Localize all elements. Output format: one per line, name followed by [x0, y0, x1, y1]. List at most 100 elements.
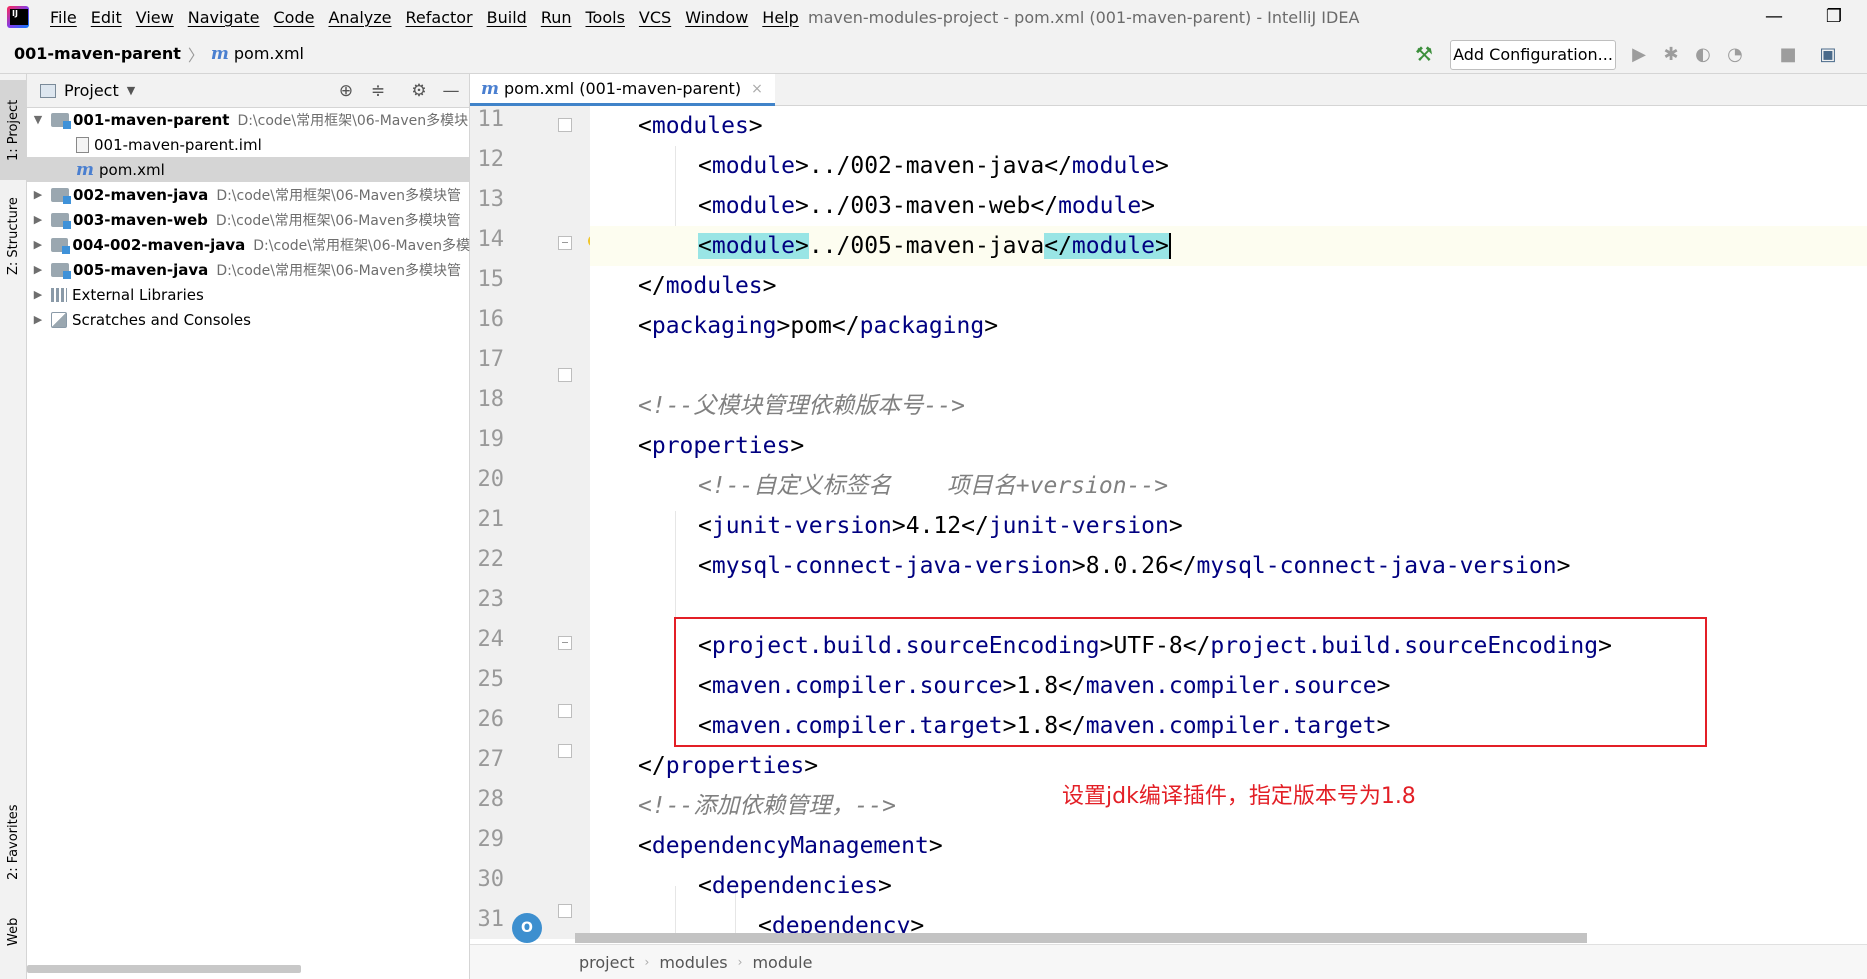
- nav-crumb-file[interactable]: pom.xml: [234, 44, 304, 63]
- code-line-15: </modules>: [638, 273, 777, 299]
- tool-tab-structure[interactable]: Z: Structure: [0, 186, 27, 286]
- project-structure-icon[interactable]: ▣: [1817, 44, 1839, 66]
- menu-refactor[interactable]: Refactor: [399, 8, 480, 27]
- nav-crumb-project[interactable]: 001-maven-parent: [14, 44, 181, 63]
- xml-text: ../005-maven-java: [808, 233, 1045, 259]
- locate-file-icon[interactable]: ⊕: [335, 80, 357, 102]
- maven-override-icon[interactable]: O: [512, 913, 542, 943]
- profile-icon[interactable]: ◔: [1724, 44, 1746, 66]
- menu-vcs[interactable]: VCS: [632, 8, 678, 27]
- fold-marker-icon[interactable]: [558, 904, 572, 918]
- xml-text: pom: [790, 313, 832, 339]
- tree-item-module[interactable]: ▶ 005-maven-java D:\code\常用框架\06-Maven多模…: [27, 257, 470, 282]
- fold-marker-icon[interactable]: [558, 368, 572, 382]
- tree-item-libraries[interactable]: ▶ External Libraries: [27, 282, 470, 307]
- xml-tag: dependencies: [711, 873, 879, 899]
- editor-tab-label: pom.xml (001-maven-parent): [504, 79, 742, 98]
- menu-help[interactable]: Help: [755, 8, 805, 27]
- line-number: 27: [477, 747, 505, 772]
- coverage-icon[interactable]: ◐: [1692, 44, 1714, 66]
- tool-tab-favorites[interactable]: 2: Favorites: [0, 792, 27, 892]
- xml-text: 8.0.26: [1085, 553, 1169, 579]
- breadcrumb-project[interactable]: project: [579, 953, 635, 972]
- fold-marker-icon[interactable]: [558, 636, 572, 650]
- module-folder-icon: [51, 212, 71, 229]
- tool-tab-project[interactable]: 1: Project: [0, 80, 27, 180]
- tree-item-path: D:\code\常用框架\06-Maven多模块管: [215, 212, 461, 229]
- tree-item-module[interactable]: ▶ 002-maven-java D:\code\常用框架\06-Maven多模…: [27, 182, 470, 207]
- tree-item-label: pom.xml: [99, 160, 165, 179]
- tree-item-label: 003-maven-web: [73, 210, 208, 229]
- intellij-logo-icon: [7, 6, 29, 28]
- xml-tag: junit-version: [988, 513, 1169, 539]
- tool-tab-web[interactable]: Web: [0, 902, 27, 962]
- expand-arrow-icon[interactable]: ▶: [31, 238, 45, 251]
- tree-item-path: D:\code\常用框架\06-Maven多模块管: [216, 262, 462, 279]
- expand-arrow-icon[interactable]: ▶: [31, 313, 45, 326]
- window-title: maven-modules-project - pom.xml (001-mav…: [808, 8, 1360, 27]
- menu-code[interactable]: Code: [267, 8, 322, 27]
- menu-build[interactable]: Build: [480, 8, 534, 27]
- tree-item-module[interactable]: ▶ 003-maven-web D:\code\常用框架\06-Maven多模块…: [27, 207, 470, 232]
- menu-tools[interactable]: Tools: [579, 8, 632, 27]
- minimize-button[interactable]: —: [1751, 4, 1797, 30]
- breadcrumb-separator-icon: ›: [737, 955, 743, 969]
- gear-icon[interactable]: ⚙: [408, 80, 430, 102]
- run-icon[interactable]: ▶: [1628, 44, 1650, 66]
- expand-arrow-icon[interactable]: ▶: [31, 213, 45, 226]
- tool-tab-web-label: Web: [6, 917, 21, 947]
- menu-file[interactable]: File: [43, 8, 84, 27]
- tree-item-label: External Libraries: [72, 285, 204, 304]
- editor-gutter[interactable]: 11 12 13 14 15 16 17 18 19 20 21 22 23 2…: [470, 106, 600, 943]
- hide-panel-icon[interactable]: —: [440, 80, 462, 102]
- code-line-29: <dependencyManagement>: [638, 833, 943, 859]
- breadcrumb-modules[interactable]: modules: [659, 953, 727, 972]
- code-line-11: <modules>: [638, 113, 763, 139]
- fold-marker-icon[interactable]: [558, 704, 572, 718]
- tree-item-module[interactable]: ▼ 001-maven-parent D:\code\常用框架\06-Maven…: [27, 107, 470, 132]
- xml-tag: properties: [651, 433, 791, 459]
- tree-item-file-selected[interactable]: m pom.xml: [27, 157, 470, 182]
- code-line-27: </properties>: [638, 753, 819, 779]
- restore-button[interactable]: ❐: [1811, 4, 1857, 30]
- debug-icon[interactable]: ✱: [1660, 44, 1682, 66]
- add-configuration-button[interactable]: Add Configuration...: [1450, 40, 1616, 70]
- line-number: 21: [477, 507, 505, 532]
- fold-marker-icon[interactable]: [558, 236, 572, 250]
- menu-edit[interactable]: Edit: [84, 8, 129, 27]
- module-folder-icon: [51, 112, 71, 129]
- fold-marker-icon[interactable]: [558, 744, 572, 758]
- stop-icon[interactable]: ■: [1777, 44, 1799, 66]
- build-hammer-icon[interactable]: ⚒: [1412, 42, 1436, 66]
- xml-tag: module: [711, 193, 795, 219]
- expand-arrow-icon[interactable]: ▶: [31, 188, 45, 201]
- expand-arrow-icon[interactable]: ▶: [31, 263, 45, 276]
- nav-separator: 〉: [187, 45, 204, 65]
- menu-view[interactable]: View: [129, 8, 181, 27]
- project-horizontal-scrollbar[interactable]: [27, 965, 301, 973]
- menu-analyze[interactable]: Analyze: [321, 8, 398, 27]
- project-tool-window: Project ▼ ⊕ ≑ ⚙ — ▼ 001-maven-parent D:\…: [27, 74, 470, 979]
- code-editor[interactable]: <modules> <module>../002-maven-java</mod…: [590, 106, 1867, 939]
- tree-item-label: 001-maven-parent.iml: [94, 135, 262, 154]
- collapse-all-icon[interactable]: ≑: [367, 80, 389, 102]
- breadcrumb-separator-icon: ›: [644, 955, 650, 969]
- editor-horizontal-scrollbar[interactable]: [575, 933, 1587, 943]
- tree-item-file[interactable]: 001-maven-parent.iml: [27, 132, 470, 157]
- chevron-down-icon[interactable]: ▼: [127, 84, 135, 97]
- fold-marker-icon[interactable]: [558, 118, 572, 132]
- tree-item-module[interactable]: ▶ 004-002-maven-java D:\code\常用框架\06-Mav…: [27, 232, 470, 257]
- tree-item-label: 004-002-maven-java: [72, 235, 246, 254]
- tree-item-scratches[interactable]: ▶ Scratches and Consoles: [27, 307, 470, 332]
- expand-arrow-icon[interactable]: ▼: [31, 113, 45, 126]
- project-view-selector[interactable]: Project: [64, 81, 119, 100]
- breadcrumb-module[interactable]: module: [752, 953, 812, 972]
- menu-run[interactable]: Run: [534, 8, 579, 27]
- close-icon[interactable]: ×: [751, 81, 763, 97]
- menu-window[interactable]: Window: [678, 8, 755, 27]
- expand-arrow-icon[interactable]: ▶: [31, 288, 45, 301]
- editor-tab-pom[interactable]: m pom.xml (001-maven-parent) ×: [470, 74, 775, 106]
- tree-item-label: 005-maven-java: [73, 260, 209, 279]
- tool-tab-favorites-label: 2: Favorites: [6, 804, 21, 880]
- menu-navigate[interactable]: Navigate: [181, 8, 267, 27]
